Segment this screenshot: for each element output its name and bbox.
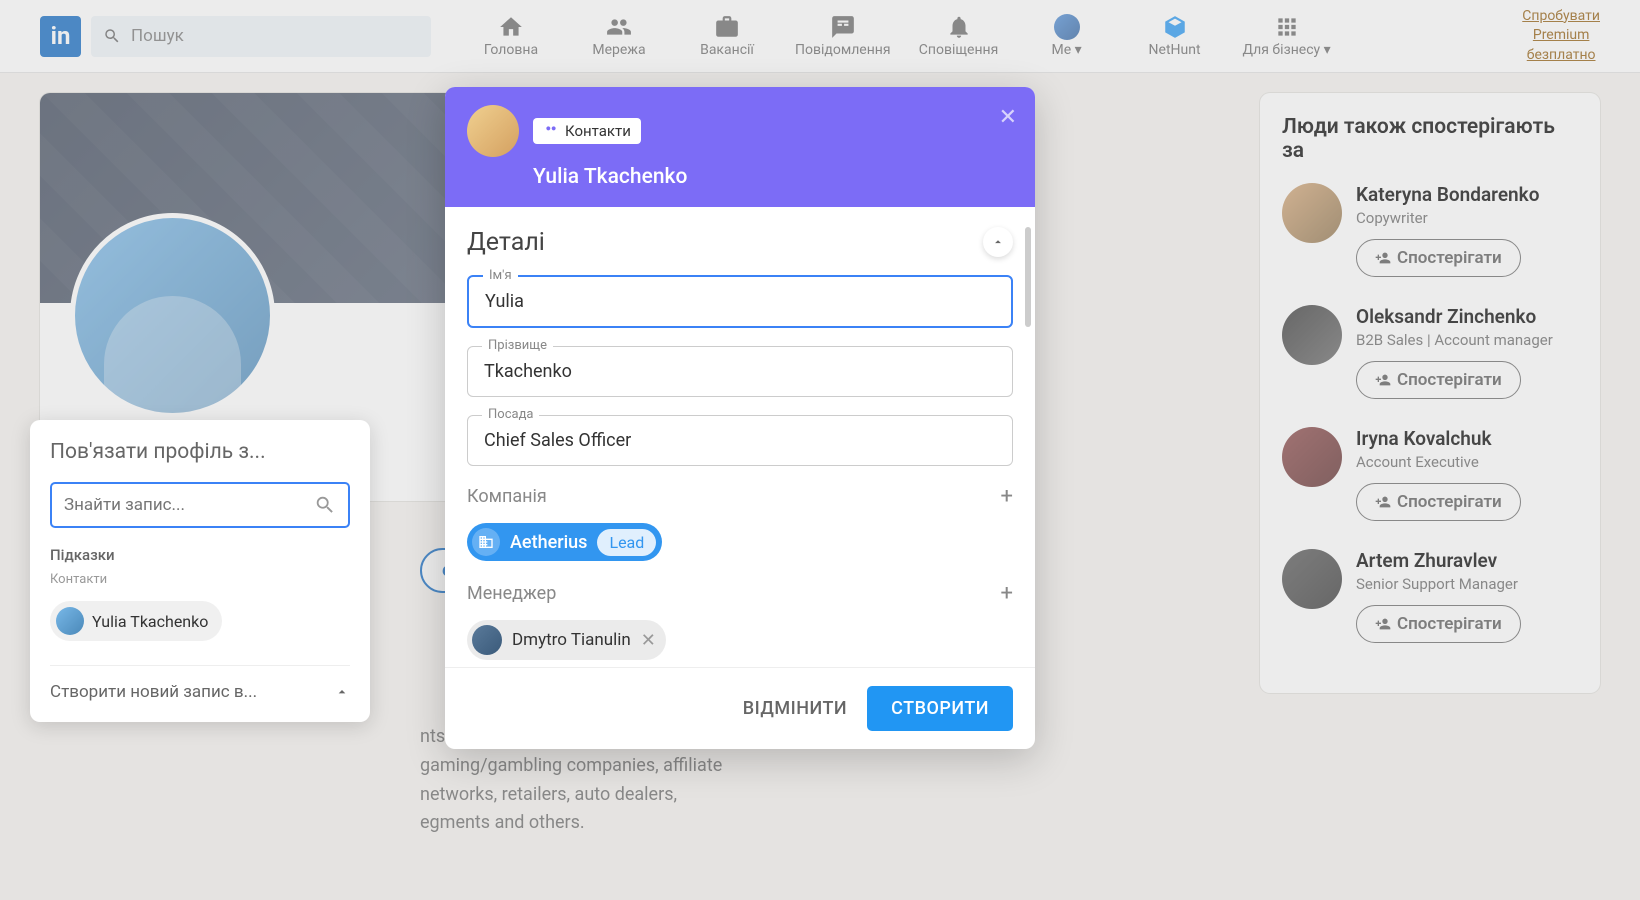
manager-avatar xyxy=(472,625,502,655)
lastname-field[interactable]: Прізвище xyxy=(467,346,1013,397)
link-search-box[interactable] xyxy=(50,482,350,528)
remove-manager-button[interactable]: ✕ xyxy=(641,630,656,651)
modal-body: Деталі Ім'я Прізвище Посада Компанія + A… xyxy=(445,207,1035,667)
details-title: Деталі xyxy=(467,228,545,257)
chevron-up-icon xyxy=(334,684,350,700)
add-company-button[interactable]: + xyxy=(1001,484,1013,509)
manager-chip: Dmytro Tianulin ✕ xyxy=(467,620,666,660)
modal-contact-name: Yulia Tkachenko xyxy=(533,165,1013,189)
firstname-field[interactable]: Ім'я xyxy=(467,275,1013,328)
field-label: Посада xyxy=(482,407,539,422)
modal-avatar xyxy=(467,105,519,157)
close-button[interactable]: ✕ xyxy=(999,105,1017,130)
position-input[interactable] xyxy=(484,430,996,451)
link-profile-popover: Пов'язати профіль з... Підказки Контакти… xyxy=(30,420,370,722)
contact-tag: Контакти xyxy=(533,118,641,144)
hint-avatar xyxy=(56,607,84,635)
position-field[interactable]: Посада xyxy=(467,415,1013,466)
hints-sublabel: Контакти xyxy=(50,572,350,587)
hint-name: Yulia Tkachenko xyxy=(92,612,208,631)
search-icon xyxy=(314,494,336,516)
hint-chip[interactable]: Yulia Tkachenko xyxy=(50,601,222,641)
chevron-up-icon xyxy=(991,235,1005,249)
popover-title: Пов'язати профіль з... xyxy=(50,440,350,464)
manager-name: Dmytro Tianulin xyxy=(512,630,631,650)
scrollbar[interactable] xyxy=(1025,227,1031,327)
field-label: Прізвище xyxy=(482,338,553,353)
collapse-button[interactable] xyxy=(983,227,1013,257)
lead-badge: Lead xyxy=(597,529,656,556)
link-search-input[interactable] xyxy=(64,495,306,515)
manager-label: Менеджер xyxy=(467,583,556,604)
lastname-input[interactable] xyxy=(484,361,996,382)
building-icon xyxy=(472,528,500,556)
cancel-button[interactable]: ВІДМІНИТИ xyxy=(743,698,847,719)
company-chip[interactable]: Aetherius Lead xyxy=(467,523,662,561)
create-record-row[interactable]: Створити новий запис в... xyxy=(50,665,350,702)
hints-label: Підказки xyxy=(50,546,350,564)
company-name: Aetherius xyxy=(510,532,587,553)
contact-modal: ✕ Контакти Yulia Tkachenko Деталі Ім'я П… xyxy=(445,87,1035,749)
create-button[interactable]: СТВОРИТИ xyxy=(867,686,1013,731)
modal-header: ✕ Контакти Yulia Tkachenko xyxy=(445,87,1035,207)
overlay-dim-top xyxy=(0,0,1640,73)
contacts-icon xyxy=(543,123,559,139)
field-label: Ім'я xyxy=(483,268,518,283)
company-label: Компанія xyxy=(467,486,547,507)
add-manager-button[interactable]: + xyxy=(1001,581,1013,606)
modal-footer: ВІДМІНИТИ СТВОРИТИ xyxy=(445,667,1035,749)
firstname-input[interactable] xyxy=(485,291,995,312)
